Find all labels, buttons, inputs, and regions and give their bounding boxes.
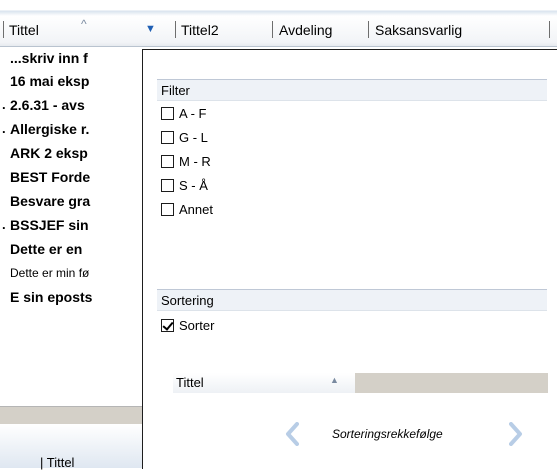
list-item-title: E sin eposts	[10, 289, 93, 305]
filter-option-label: S - Å	[179, 178, 208, 193]
list-item-title: ARK 2 eksp	[10, 145, 88, 161]
checkbox[interactable]	[161, 107, 174, 120]
list-item[interactable]: ARK 2 eksp	[0, 142, 150, 164]
sort-checkbox[interactable]	[161, 319, 174, 332]
list-item-title: 16 mai eksp	[10, 73, 90, 89]
filter-option-m-r[interactable]: M - R	[161, 154, 211, 172]
filter-sort-dropdown-panel: Filter A - F G - L M - R S - Å Annet Sor…	[142, 49, 557, 469]
list-item-title: Dette er min fø	[10, 266, 90, 280]
item-list: ...skriv inn f 16 mai eksp . 2.6.31 - avs…	[0, 47, 141, 407]
sort-option-label: Sorter	[179, 318, 215, 333]
filter-option-label: Annet	[179, 202, 213, 217]
column-header-tittel2[interactable]: Tittel2	[181, 21, 219, 39]
column-separator	[272, 21, 273, 38]
column-header-bar: Tittel ^ ▼ Tittel2 Avdeling Saksansvarli…	[0, 0, 557, 47]
horizontal-scrollbar[interactable]	[0, 406, 142, 425]
column-separator	[3, 21, 4, 38]
sort-ascending-icon: ▲	[330, 375, 339, 385]
sort-option[interactable]: Sorter	[161, 318, 214, 336]
list-item-title: BEST Forde	[10, 169, 91, 185]
filter-option-label: M - R	[179, 154, 211, 169]
list-item[interactable]: 16 mai eksp	[0, 70, 150, 92]
list-item-title: 2.6.31 - avs	[10, 97, 85, 113]
list-item-title: BSSJEF sin	[10, 217, 89, 233]
column-separator	[549, 21, 550, 38]
filter-option-label: G - L	[179, 130, 208, 145]
list-item-title: Allergiske r.	[10, 121, 90, 137]
column-separator	[175, 21, 176, 38]
list-item[interactable]: E sin eposts	[0, 286, 150, 308]
list-item-title: Dette er en	[10, 241, 83, 257]
filter-section-header: Filter	[157, 79, 547, 101]
list-item[interactable]: ...skriv inn f	[0, 47, 150, 69]
previous-arrow-icon[interactable]	[285, 422, 299, 446]
row-prefix: .	[2, 217, 6, 232]
filter-option-a-f[interactable]: A - F	[161, 106, 206, 124]
list-item-title: ...skriv inn f	[10, 50, 88, 66]
sort-ascending-icon: ^	[81, 17, 87, 31]
filter-option-s-aa[interactable]: S - Å	[161, 178, 208, 196]
checkbox[interactable]	[161, 131, 174, 144]
column-header-tittel[interactable]: Tittel	[9, 21, 39, 39]
checkbox[interactable]	[161, 179, 174, 192]
sort-order-label: Sorteringsrekkefølge	[332, 427, 443, 441]
list-item[interactable]: Dette er min fø	[0, 262, 150, 284]
row-prefix: .	[2, 97, 6, 112]
list-item[interactable]: . 2.6.31 - avs	[0, 94, 150, 116]
column-header-saksansvarlig[interactable]: Saksansvarlig	[375, 21, 462, 39]
sort-section-header: Sortering	[157, 289, 547, 311]
list-item[interactable]: BEST Forde	[0, 166, 150, 188]
row-prefix: .	[2, 121, 6, 136]
checkbox[interactable]	[161, 203, 174, 216]
column-dropdown-icon[interactable]: ▼	[145, 23, 156, 35]
checkbox[interactable]	[161, 155, 174, 168]
column-header-avdeling[interactable]: Avdeling	[279, 21, 332, 39]
next-arrow-icon[interactable]	[509, 422, 523, 446]
sort-field-box[interactable]: Tittel ▲	[173, 373, 548, 393]
filter-option-annet[interactable]: Annet	[161, 202, 213, 220]
list-item[interactable]: . Allergiske r.	[0, 118, 150, 140]
filter-option-g-l[interactable]: G - L	[161, 130, 208, 148]
list-item[interactable]: Besvare gra	[0, 190, 150, 212]
sort-field-empty-area	[355, 373, 548, 393]
list-item[interactable]: . BSSJEF sin	[0, 214, 150, 236]
list-item-title: Besvare gra	[10, 193, 91, 209]
filter-option-label: A - F	[179, 106, 207, 121]
sort-field-label: Tittel	[176, 375, 204, 390]
column-separator	[368, 21, 369, 38]
list-item[interactable]: Dette er en	[0, 238, 150, 260]
